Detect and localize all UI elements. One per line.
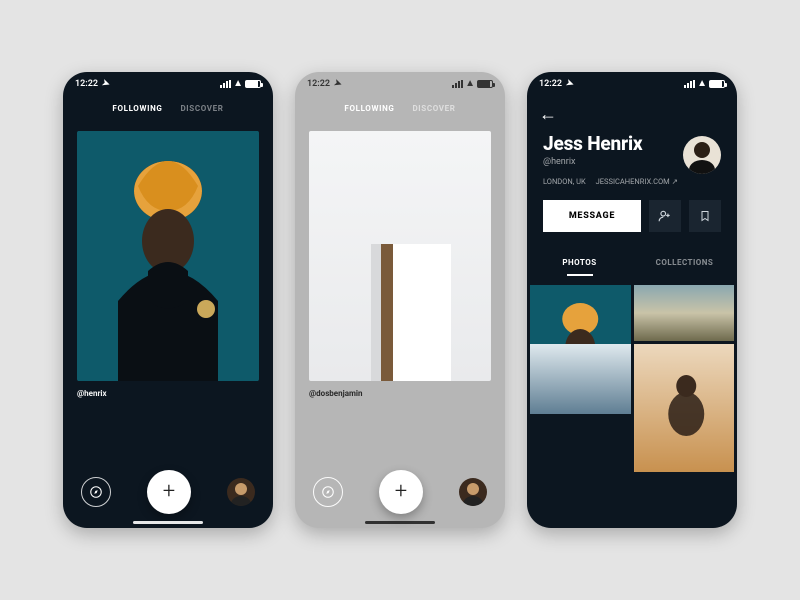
grid-photo[interactable] xyxy=(634,344,735,472)
wifi-icon: ▲ xyxy=(233,79,243,89)
profile-avatar-button[interactable] xyxy=(459,478,487,506)
profile-tabs: PHOTOS COLLECTIONS xyxy=(527,250,737,275)
screen-feed-dark: 12:22 ➤ ▲ FOLLOWING DISCOVER @henrix xyxy=(63,72,273,528)
follow-button[interactable] xyxy=(649,200,681,232)
tab-collections[interactable]: COLLECTIONS xyxy=(632,250,737,275)
feed-author[interactable]: @dosbenjamin xyxy=(309,389,491,398)
screen-feed-light: 12:22 ➤ ▲ FOLLOWING DISCOVER @dosbenjami… xyxy=(295,72,505,528)
wifi-icon: ▲ xyxy=(465,79,475,89)
profile-avatar-button[interactable] xyxy=(227,478,255,506)
tab-discover[interactable]: DISCOVER xyxy=(180,104,223,113)
bottom-nav: + xyxy=(63,470,273,514)
feed-photo[interactable] xyxy=(309,131,491,381)
profile-name: Jess Henrix xyxy=(543,132,678,155)
feed-photo[interactable] xyxy=(77,131,259,381)
profile-location: LONDON, UK xyxy=(543,177,586,186)
status-bar: 12:22 ➤ ▲ xyxy=(527,72,737,96)
status-time: 12:22 xyxy=(307,79,330,89)
message-button[interactable]: MESSAGE xyxy=(543,200,641,232)
add-button[interactable]: + xyxy=(147,470,191,514)
user-plus-icon xyxy=(658,209,672,223)
status-time: 12:22 xyxy=(539,79,562,89)
signal-icon xyxy=(684,80,695,88)
home-indicator[interactable] xyxy=(365,521,435,524)
location-icon: ➤ xyxy=(101,78,112,90)
bottom-nav: + xyxy=(295,470,505,514)
tab-following[interactable]: FOLLOWING xyxy=(112,104,162,113)
add-button[interactable]: + xyxy=(379,470,423,514)
grid-photo[interactable] xyxy=(634,285,735,341)
back-button[interactable]: ← xyxy=(539,104,557,125)
battery-icon xyxy=(709,80,725,88)
location-icon: ➤ xyxy=(333,78,344,90)
status-right: ▲ xyxy=(452,79,493,89)
status-right: ▲ xyxy=(220,79,261,89)
status-time: 12:22 xyxy=(75,79,98,89)
signal-icon xyxy=(220,80,231,88)
grid-photo[interactable] xyxy=(530,344,631,414)
profile-info: Jess Henrix @henrix LONDON, UK JESSICAHE… xyxy=(543,132,678,186)
photo-grid xyxy=(527,275,737,472)
battery-icon xyxy=(245,80,261,88)
bookmark-icon xyxy=(699,209,711,223)
topbar: ← xyxy=(527,96,737,132)
feed-card[interactable]: @henrix xyxy=(77,131,259,398)
compass-icon xyxy=(321,485,335,499)
screen-profile: 12:22 ➤ ▲ ← Jess Henrix @henrix LONDON, … xyxy=(527,72,737,528)
feed-tabs: FOLLOWING DISCOVER xyxy=(63,104,273,113)
tab-discover[interactable]: DISCOVER xyxy=(412,104,455,113)
feed-card[interactable]: @dosbenjamin xyxy=(309,131,491,398)
feed-tabs: FOLLOWING DISCOVER xyxy=(295,104,505,113)
status-bar: 12:22 ➤ ▲ xyxy=(63,72,273,96)
bookmark-button[interactable] xyxy=(689,200,721,232)
profile-handle: @henrix xyxy=(543,157,678,167)
external-link-icon: ↗ xyxy=(672,177,678,186)
home-indicator[interactable] xyxy=(133,521,203,524)
status-right: ▲ xyxy=(684,79,725,89)
profile-avatar[interactable] xyxy=(683,136,721,174)
tab-following[interactable]: FOLLOWING xyxy=(344,104,394,113)
wifi-icon: ▲ xyxy=(697,79,707,89)
location-icon: ➤ xyxy=(565,78,576,90)
status-bar: 12:22 ➤ ▲ xyxy=(295,72,505,96)
plus-icon: + xyxy=(395,481,407,503)
compass-icon xyxy=(89,485,103,499)
signal-icon xyxy=(452,80,463,88)
explore-button[interactable] xyxy=(81,477,111,507)
battery-icon xyxy=(477,80,493,88)
profile-website[interactable]: JESSICAHENRIX.COM ↗ xyxy=(596,177,678,186)
explore-button[interactable] xyxy=(313,477,343,507)
feed-author[interactable]: @henrix xyxy=(77,389,259,398)
tab-photos[interactable]: PHOTOS xyxy=(527,250,632,275)
plus-icon: + xyxy=(163,481,175,503)
